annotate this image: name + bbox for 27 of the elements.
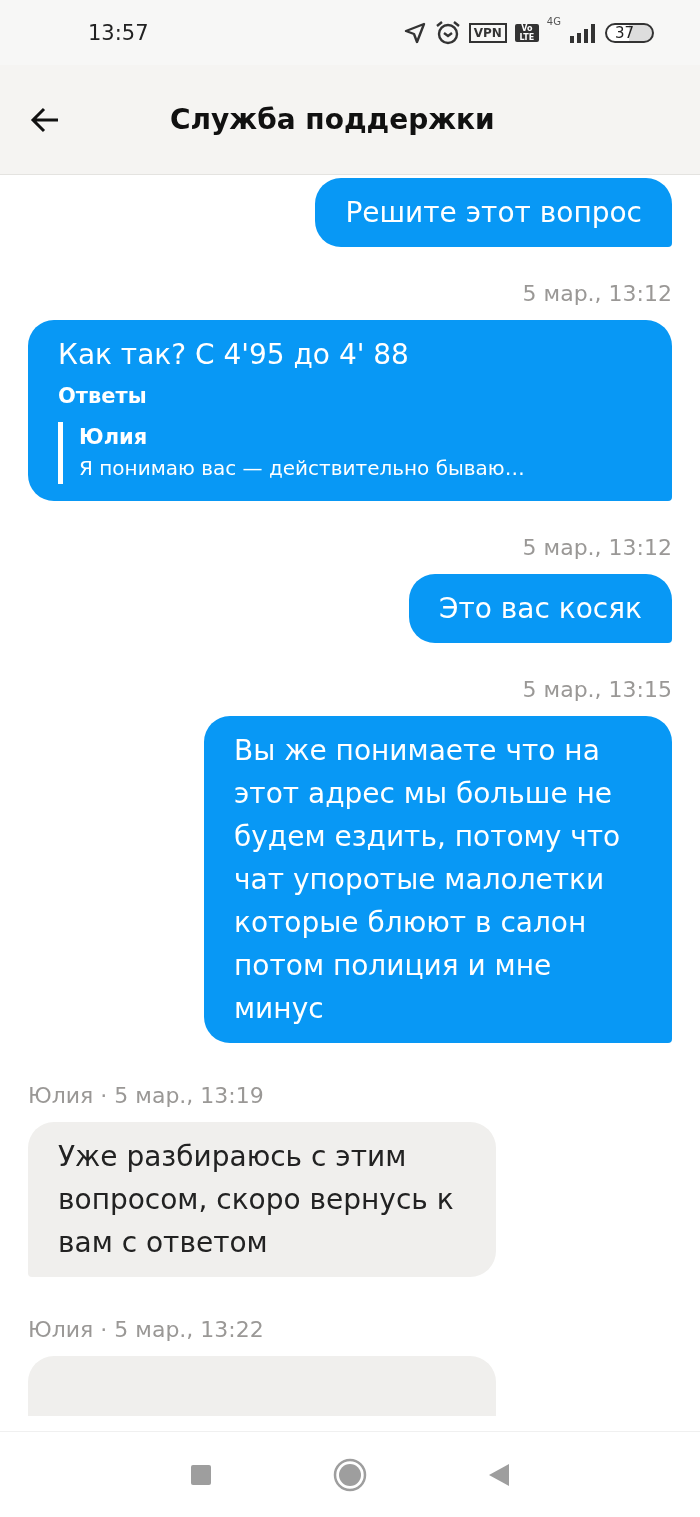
message-text: Это вас косяк: [438, 592, 642, 625]
recents-icon[interactable]: [190, 1463, 213, 1486]
vpn-indicator: VPN: [468, 22, 507, 43]
location-arrow-icon: [402, 20, 427, 45]
quote-text: Я понимаю вас — действительно бываю…: [79, 455, 526, 482]
status-time: 13:57: [88, 20, 149, 45]
network-type: 4G: [546, 15, 561, 27]
signal-icon: [568, 22, 597, 43]
message-text: Как так? С 4'95 до 4' 88: [58, 338, 409, 371]
message-timestamp: 5 мар., 13:12: [522, 535, 672, 560]
alarm-icon: [434, 19, 461, 46]
reply-quote[interactable]: Юлия Я понимаю вас — действительно бываю…: [58, 422, 642, 484]
back-arrow-icon[interactable]: [30, 106, 60, 133]
back-icon[interactable]: [487, 1462, 510, 1487]
sender-timestamp: Юлия · 5 мар., 13:22: [28, 1317, 264, 1342]
battery-indicator: 37: [604, 22, 654, 43]
volte-indicator: Vo LTE: [514, 23, 539, 42]
message-text: Решите этот вопрос: [345, 196, 642, 229]
home-icon[interactable]: [333, 1457, 367, 1492]
message-text: Уже разбираюсь с этим вопросом, скоро вернусь к вам с ответом: [58, 1140, 454, 1259]
message-timestamp: 5 мар., 13:12: [522, 281, 672, 306]
quote-author: Юлия: [79, 424, 149, 451]
sender-timestamp: Юлия · 5 мар., 13:19: [28, 1083, 264, 1108]
replies-heading: Ответы: [58, 383, 148, 410]
message-text: Вы же понимаете что на этот адрес мы больше не будем ездить, потому что чат упоротые малолетки которые блюют в салон потом полиция и мне минус: [234, 734, 621, 1025]
header-title: Служба поддержки: [170, 103, 495, 136]
message-timestamp: 5 мар., 13:15: [522, 677, 672, 702]
